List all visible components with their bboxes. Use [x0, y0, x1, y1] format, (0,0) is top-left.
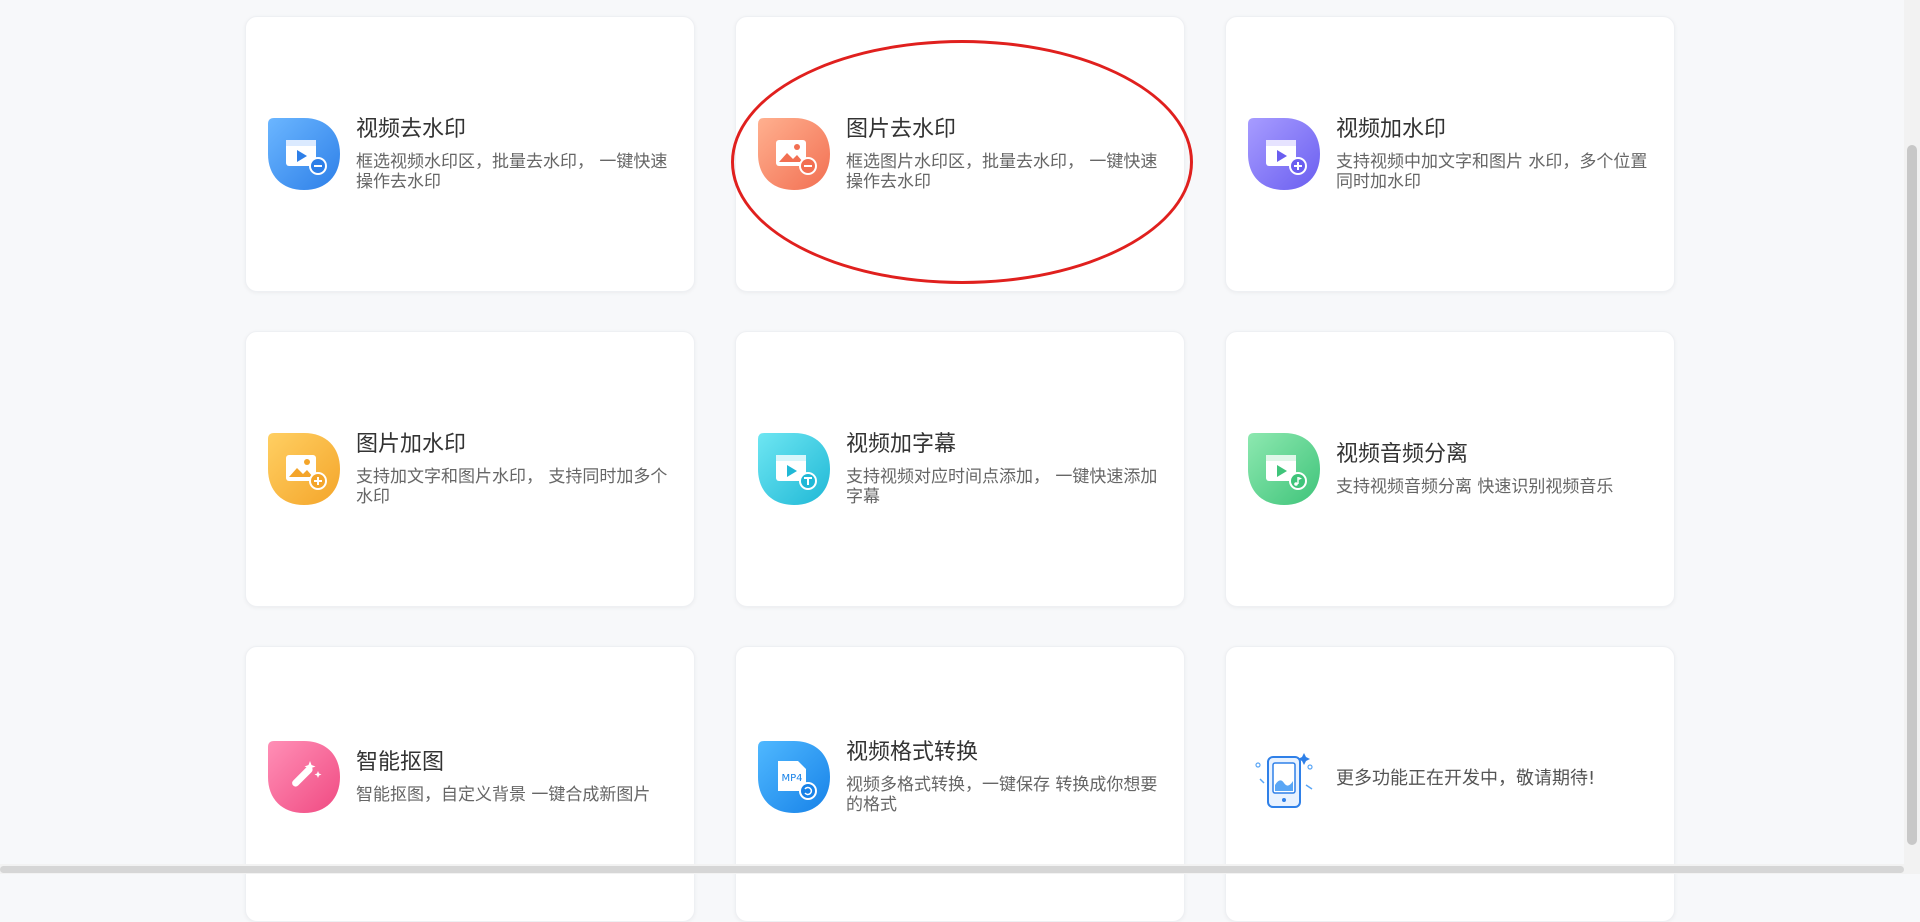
tool-card-video-audio-separate[interactable]: 视频音频分离 支持视频音频分离 快速识别视频音乐: [1225, 331, 1675, 607]
coming-soon-text: 更多功能正在开发中，敬请期待!: [1336, 768, 1596, 789]
video-add-watermark-icon: [1246, 116, 1322, 192]
tool-card-video-format-convert[interactable]: MP4 视频格式转换 视频多格式转换，一键保存 转换成你想要的格式: [735, 646, 1185, 922]
tool-title: 智能抠图: [356, 750, 445, 775]
tool-description: 支持加文字和图片水印， 支持同时加多个水印: [356, 467, 668, 507]
tool-description: 支持视频对应时间点添加， 一键快速添加字幕: [846, 467, 1158, 507]
tool-card-video-add-watermark[interactable]: 视频加水印 支持视频中加文字和图片 水印，多个位置同时加水印: [1225, 16, 1675, 292]
vertical-scrollbar-thumb[interactable]: [1907, 145, 1917, 845]
vertical-scrollbar[interactable]: [1904, 0, 1920, 874]
tool-title: 视频格式转换: [846, 740, 979, 765]
tool-title: 视频音频分离: [1336, 442, 1469, 467]
tool-card-video-remove-watermark[interactable]: 视频去水印 框选视频水印区，批量去水印， 一键快速操作去水印: [245, 16, 695, 292]
tool-title: 视频加字幕: [846, 432, 957, 457]
tool-description: 框选图片水印区，批量去水印， 一键快速操作去水印: [846, 152, 1158, 192]
tool-description: 智能抠图，自定义背景 一键合成新图片: [356, 785, 651, 805]
horizontal-scrollbar-thumb[interactable]: [0, 866, 1904, 873]
image-add-watermark-icon: [266, 431, 342, 507]
tool-description: 支持视频音频分离 快速识别视频音乐: [1336, 477, 1614, 497]
tool-card-smart-cutout[interactable]: 智能抠图 智能抠图，自定义背景 一键合成新图片: [245, 646, 695, 922]
image-remove-watermark-icon: [756, 116, 832, 192]
coming-soon-illustration-icon: [1246, 739, 1322, 815]
tool-card-image-add-watermark[interactable]: 图片加水印 支持加文字和图片水印， 支持同时加多个水印: [245, 331, 695, 607]
smart-cutout-icon: [266, 739, 342, 815]
video-format-convert-icon: MP4: [756, 739, 832, 815]
tool-grid: 视频去水印 框选视频水印区，批量去水印， 一键快速操作去水印 图片去水印 框选图…: [0, 0, 1920, 922]
tool-title: 图片去水印: [846, 117, 957, 142]
tool-card-image-remove-watermark[interactable]: 图片去水印 框选图片水印区，批量去水印， 一键快速操作去水印: [735, 16, 1185, 292]
tool-description: 视频多格式转换，一键保存 转换成你想要的格式: [846, 775, 1158, 815]
tool-title: 视频加水印: [1336, 117, 1447, 142]
tool-title: 视频去水印: [356, 117, 467, 142]
tool-title: 图片加水印: [356, 432, 467, 457]
video-audio-separate-icon: [1246, 431, 1322, 507]
video-add-subtitle-icon: [756, 431, 832, 507]
mp4-label: MP4: [781, 773, 802, 784]
tool-card-video-add-subtitle[interactable]: 视频加字幕 支持视频对应时间点添加， 一键快速添加字幕: [735, 331, 1185, 607]
video-remove-watermark-icon: [266, 116, 342, 192]
tool-description: 框选视频水印区，批量去水印， 一键快速操作去水印: [356, 152, 668, 192]
tool-card-coming-soon: 更多功能正在开发中，敬请期待!: [1225, 646, 1675, 922]
horizontal-scrollbar[interactable]: [0, 864, 1904, 874]
tool-description: 支持视频中加文字和图片 水印，多个位置同时加水印: [1336, 152, 1648, 192]
